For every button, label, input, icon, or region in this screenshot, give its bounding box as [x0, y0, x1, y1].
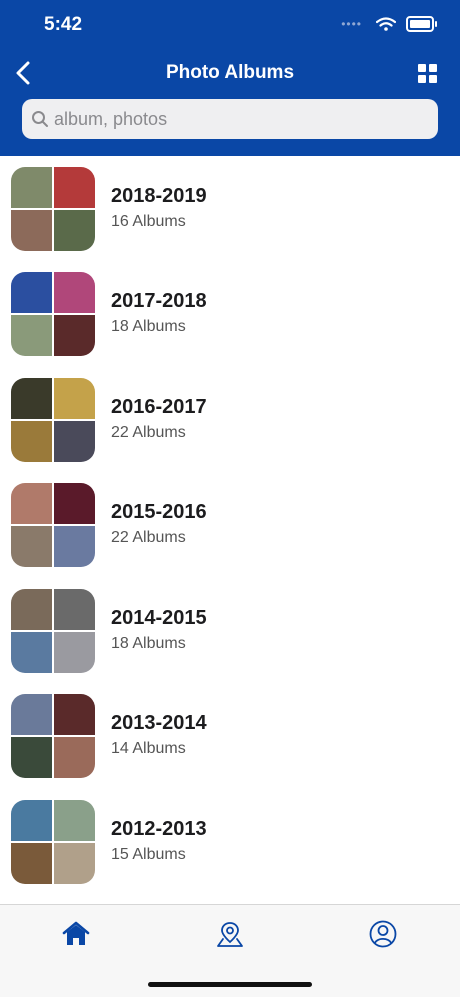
album-row[interactable]: 2015-2016 22 Albums [0, 472, 460, 577]
album-count: 22 Albums [111, 529, 186, 546]
map-pin-icon[interactable] [215, 919, 245, 949]
photo-tile [11, 589, 52, 630]
album-row[interactable]: 2013-2014 14 Albums [0, 683, 460, 788]
home-indicator [148, 982, 312, 987]
album-thumbnail [11, 694, 95, 778]
photo-tile [11, 272, 52, 313]
photo-tile [54, 272, 95, 313]
photo-tile [11, 421, 52, 462]
search-input[interactable] [54, 99, 424, 139]
photo-tile [11, 737, 52, 778]
photo-tile [54, 526, 95, 567]
page-title: Photo Albums [165, 62, 295, 83]
album-year: 2012-2013 [111, 818, 207, 840]
album-count: 15 Albums [111, 846, 186, 863]
signal-icon: •••• [341, 17, 362, 31]
photo-tile [54, 421, 95, 462]
photo-tile [54, 315, 95, 356]
home-icon[interactable] [61, 919, 91, 949]
search-bar [22, 99, 438, 139]
album-row[interactable]: 2012-2013 15 Albums [0, 789, 460, 894]
album-thumbnail [11, 378, 95, 462]
album-year: 2014-2015 [111, 607, 207, 629]
search-icon [32, 111, 48, 127]
photo-tile [11, 315, 52, 356]
album-row[interactable]: 2014-2015 18 Albums [0, 578, 460, 683]
photo-tile [54, 843, 95, 884]
album-thumbnail [11, 167, 95, 251]
album-year: 2017-2018 [111, 290, 207, 312]
status-icons: •••• [341, 16, 437, 32]
photo-tile [11, 632, 52, 673]
album-thumbnail [11, 589, 95, 673]
album-thumbnail [11, 483, 95, 567]
navigation-header: 5:42 •••• Photo Albums [0, 0, 460, 156]
photo-tile [54, 737, 95, 778]
album-count: 18 Albums [111, 635, 186, 652]
photo-tile [11, 800, 52, 841]
battery-icon [406, 16, 437, 32]
photo-tile [54, 210, 95, 251]
photo-tile [54, 589, 95, 630]
photo-tile [11, 167, 52, 208]
photo-tile [54, 483, 95, 524]
album-row[interactable]: 2018-2019 16 Albums [0, 156, 460, 261]
album-count: 14 Albums [111, 740, 186, 757]
album-thumbnail [11, 272, 95, 356]
photo-tile [54, 694, 95, 735]
photo-tile [54, 800, 95, 841]
grid-view-button[interactable] [418, 64, 438, 84]
album-row[interactable]: 2017-2018 18 Albums [0, 261, 460, 366]
album-year: 2018-2019 [111, 185, 207, 207]
photo-tile [54, 378, 95, 419]
photo-tile [11, 378, 52, 419]
album-year: 2015-2016 [111, 501, 207, 523]
album-year: 2013-2014 [111, 712, 207, 734]
album-count: 16 Albums [111, 213, 186, 230]
wifi-icon [376, 17, 396, 31]
album-row[interactable]: 2016-2017 22 Albums [0, 367, 460, 472]
photo-tile [11, 210, 52, 251]
album-count: 22 Albums [111, 424, 186, 441]
album-thumbnail [11, 800, 95, 884]
photo-tile [54, 632, 95, 673]
photo-tile [11, 526, 52, 567]
album-count: 18 Albums [111, 318, 186, 335]
status-time: 5:42 [44, 14, 83, 35]
photo-tile [11, 843, 52, 884]
profile-icon[interactable] [368, 919, 398, 949]
photo-tile [54, 167, 95, 208]
photo-tile [11, 483, 52, 524]
album-year: 2016-2017 [111, 396, 207, 418]
photo-tile [11, 694, 52, 735]
